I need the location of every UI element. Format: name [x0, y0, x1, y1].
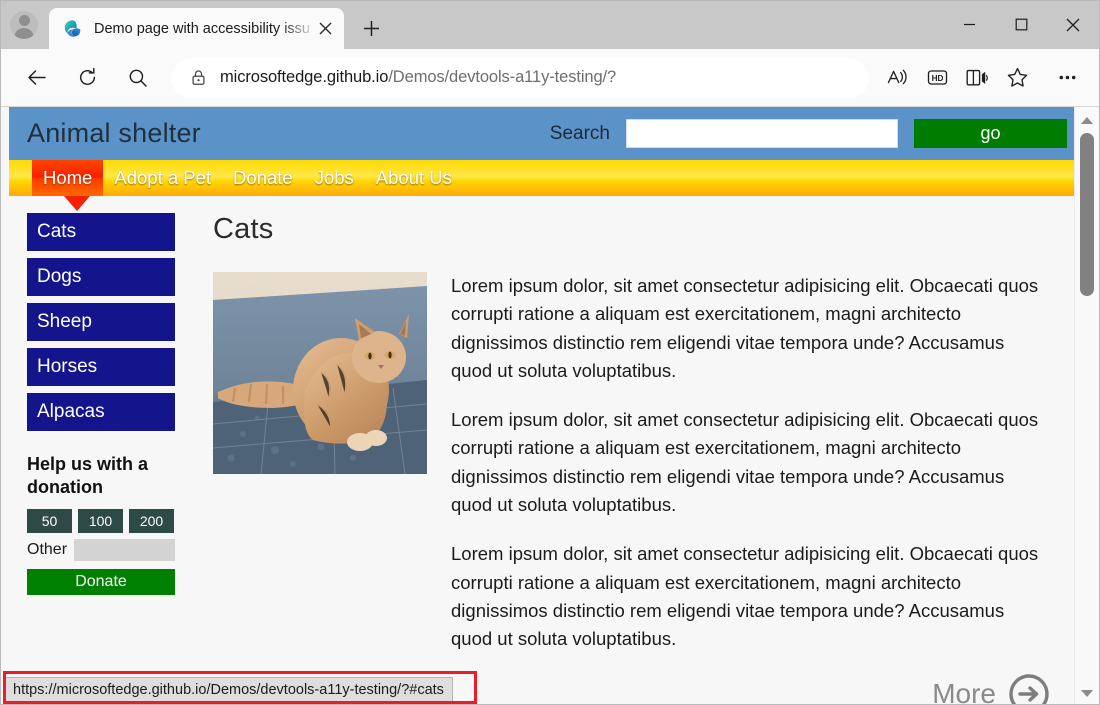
sidebar: Cats Dogs Sheep Horses Alpacas Help us w… — [9, 213, 184, 705]
page-viewport: Animal shelter Search go Home Adopt a Pe… — [1, 106, 1099, 705]
browser-window: Demo page with accessibility issu — [0, 0, 1100, 705]
web-page: Animal shelter Search go Home Adopt a Pe… — [9, 107, 1074, 705]
site-navigation: Home Adopt a Pet Donate Jobs About Us — [9, 160, 1074, 196]
donation-other-input[interactable] — [74, 539, 175, 561]
url-path: /Demos/devtools-a11y-testing/? — [388, 68, 616, 86]
more-ellipsis-icon[interactable] — [1047, 59, 1087, 97]
donation-amount-50[interactable]: 50 — [27, 509, 72, 533]
nav-item-jobs[interactable]: Jobs — [304, 160, 365, 196]
cat-photo — [213, 272, 427, 474]
scrollbar-thumb[interactable] — [1080, 133, 1094, 296]
arrow-right-circle-icon — [1008, 673, 1050, 705]
lock-icon[interactable] — [185, 65, 211, 91]
maximize-button[interactable] — [995, 1, 1047, 48]
tab-title: Demo page with accessibility issu — [94, 21, 312, 37]
page-content: Cats Dogs Sheep Horses Alpacas Help us w… — [9, 196, 1074, 705]
new-tab-button[interactable] — [354, 11, 388, 45]
article-body: Lorem ipsum dolor, sit amet consectetur … — [213, 272, 1050, 705]
donation-other-row: Other — [27, 539, 184, 561]
sidebar-item-cats[interactable]: Cats — [27, 213, 175, 251]
profile-button[interactable] — [1, 2, 47, 48]
nav-item-home[interactable]: Home — [32, 160, 103, 196]
minimize-button[interactable] — [943, 1, 995, 48]
toolbar-actions: HD — [877, 59, 1087, 97]
nav-item-adopt-a-pet[interactable]: Adopt a Pet — [103, 160, 222, 196]
browser-toolbar: microsoftedge.github.io/Demos/devtools-a… — [1, 49, 1099, 106]
donation-other-label: Other — [27, 541, 67, 559]
edge-logo-icon — [63, 19, 82, 38]
nav-item-about-us[interactable]: About Us — [365, 160, 463, 196]
more-link[interactable]: More — [451, 673, 1050, 705]
window-controls — [943, 1, 1099, 48]
donation-amounts: 50 100 200 — [27, 509, 184, 533]
search-input[interactable] — [626, 119, 898, 148]
url-host: microsoftedge.github.io — [220, 68, 388, 86]
sidebar-item-alpacas[interactable]: Alpacas — [27, 393, 175, 431]
browser-tab[interactable]: Demo page with accessibility issu — [49, 8, 344, 49]
status-bar-url: https://microsoftedge.github.io/Demos/de… — [4, 677, 453, 703]
article-paragraph: Lorem ipsum dolor, sit amet consectetur … — [451, 272, 1050, 385]
donate-button[interactable]: Donate — [27, 569, 175, 595]
main-article: Cats — [184, 213, 1074, 705]
search-icon[interactable] — [119, 59, 157, 97]
url-text: microsoftedge.github.io/Demos/devtools-a… — [220, 68, 616, 87]
scroll-up-arrow-icon[interactable] — [1075, 109, 1099, 131]
page-title: Cats — [213, 213, 1050, 246]
search-label: Search — [550, 123, 610, 145]
back-arrow-icon[interactable] — [17, 59, 55, 97]
svg-text:HD: HD — [931, 74, 943, 83]
article-paragraph: Lorem ipsum dolor, sit amet consectetur … — [451, 406, 1050, 519]
search-go-button[interactable]: go — [914, 119, 1067, 148]
donation-amount-100[interactable]: 100 — [78, 509, 123, 533]
sidebar-item-dogs[interactable]: Dogs — [27, 258, 175, 296]
hd-badge-icon[interactable]: HD — [917, 59, 957, 97]
read-aloud-icon[interactable] — [877, 59, 917, 97]
more-label: More — [932, 678, 996, 705]
donation-heading: Help us with a donation — [27, 453, 167, 499]
article-text: Lorem ipsum dolor, sit amet consectetur … — [451, 272, 1050, 705]
tab-close-icon[interactable] — [312, 16, 338, 42]
star-icon[interactable] — [997, 59, 1037, 97]
sidebar-item-horses[interactable]: Horses — [27, 348, 175, 386]
title-bar: Demo page with accessibility issu — [1, 1, 1099, 49]
donation-amount-200[interactable]: 200 — [129, 509, 174, 533]
nav-item-donate[interactable]: Donate — [222, 160, 304, 196]
nav-active-pointer-icon — [64, 196, 90, 211]
site-header: Animal shelter Search go — [9, 107, 1074, 160]
sidebar-item-sheep[interactable]: Sheep — [27, 303, 175, 341]
person-avatar-icon — [10, 11, 38, 39]
scroll-down-arrow-icon[interactable] — [1075, 682, 1099, 704]
refresh-icon[interactable] — [68, 59, 106, 97]
close-button[interactable] — [1047, 1, 1099, 48]
address-bar[interactable]: microsoftedge.github.io/Demos/devtools-a… — [171, 58, 869, 98]
immersive-reader-icon[interactable] — [957, 59, 997, 97]
site-title: Animal shelter — [27, 118, 201, 149]
status-bar: https://microsoftedge.github.io/Demos/de… — [2, 674, 455, 705]
page-scrollbar[interactable] — [1074, 107, 1098, 705]
site-search: Search go — [550, 119, 1074, 148]
article-paragraph: Lorem ipsum dolor, sit amet consectetur … — [451, 540, 1050, 653]
